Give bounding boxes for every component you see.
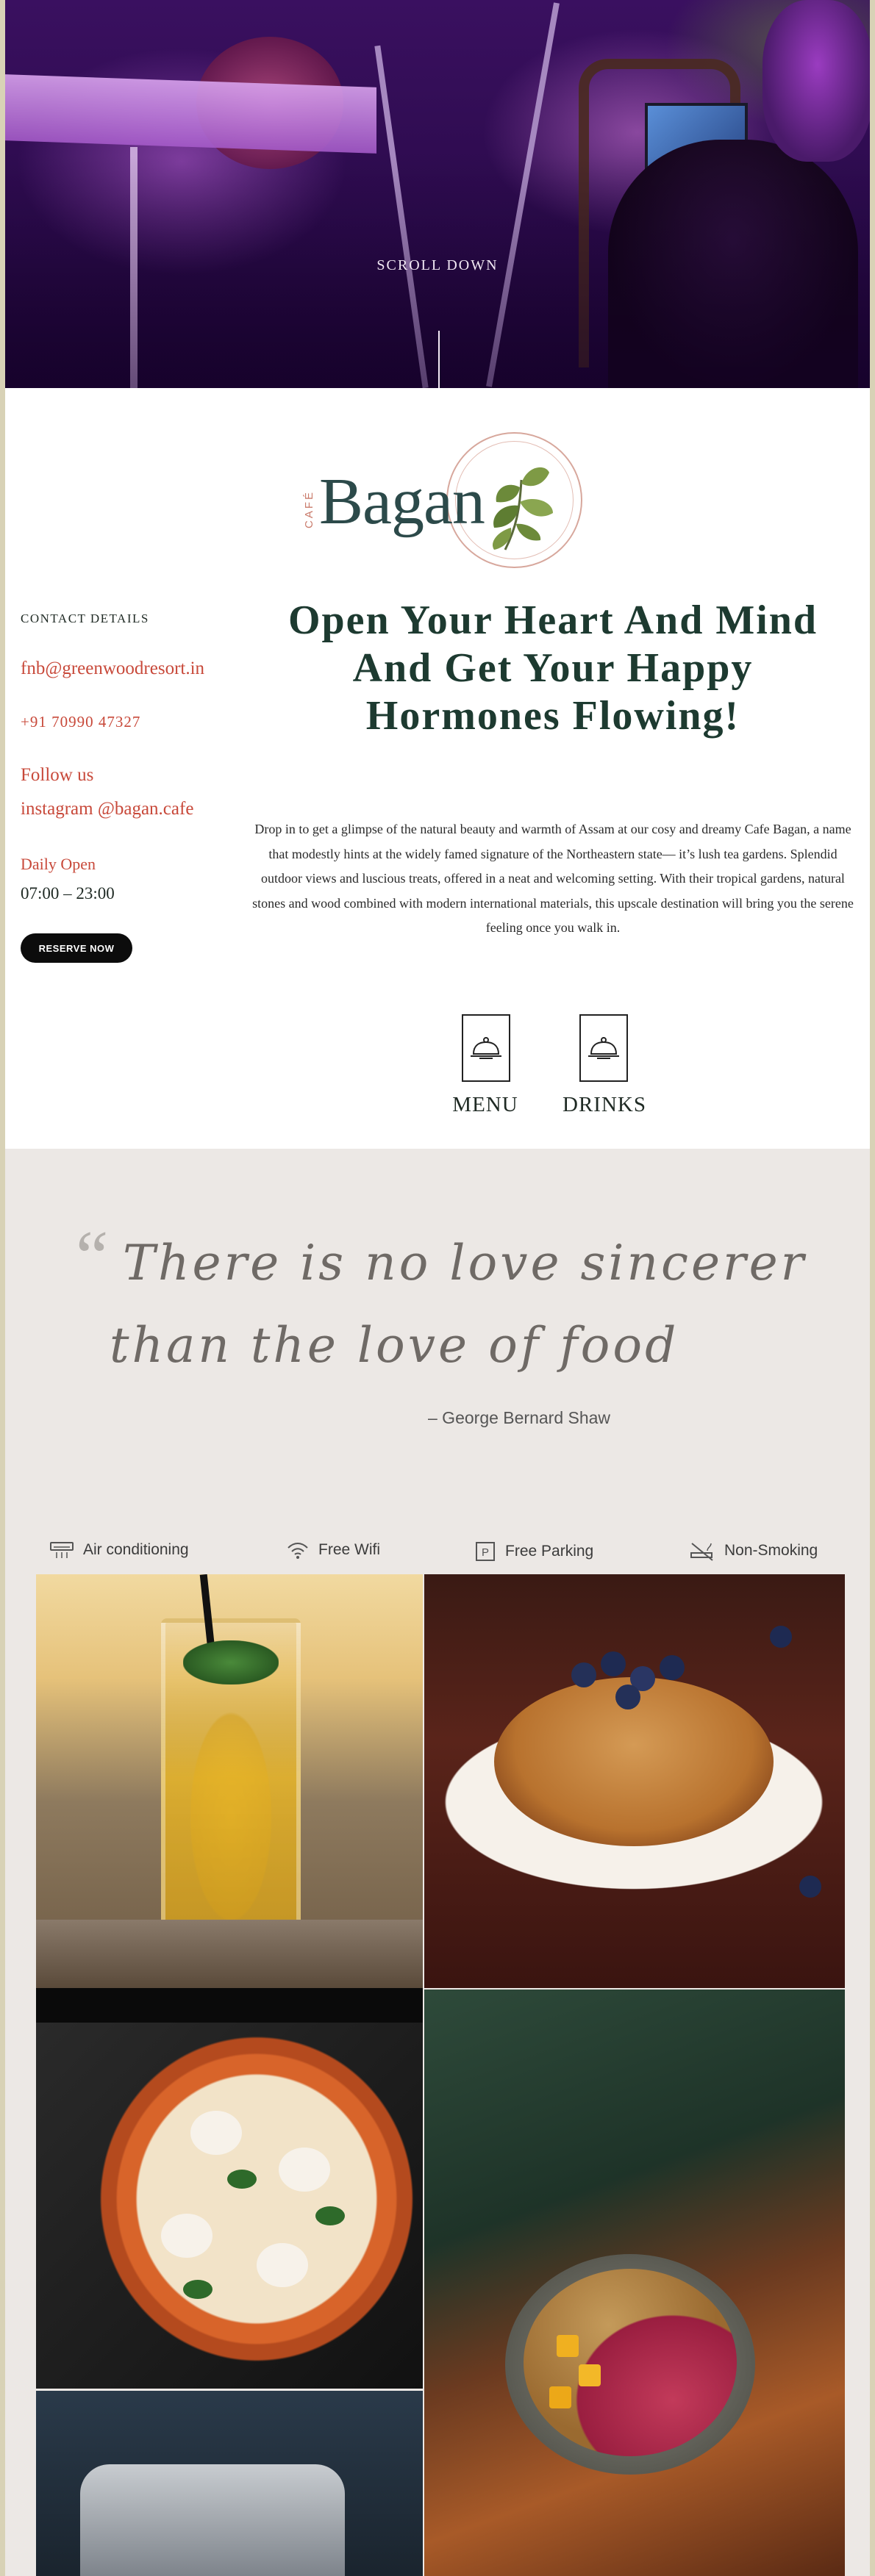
service-bell-icon <box>588 1037 619 1059</box>
air-conditioner-icon <box>50 1542 74 1558</box>
amenity-non-smoking: Non-Smoking <box>689 1540 818 1561</box>
blueberry <box>571 1662 596 1687</box>
gallery-gap <box>36 1988 423 2023</box>
amenity-wifi: Free Wifi <box>286 1540 380 1560</box>
gallery-photo-pancakes[interactable] <box>424 1574 845 1988</box>
intro-paragraph: Drop in to get a glimpse of the natural … <box>252 822 854 935</box>
reserve-now-button[interactable]: RESERVE NOW <box>21 933 132 963</box>
amenity-label: Free Parking <box>505 1543 594 1560</box>
opening-hours: 07:00 – 23:00 <box>21 884 115 903</box>
menu-button[interactable]: MENU <box>445 1014 526 1117</box>
logo-name: Bagan <box>319 465 485 538</box>
contact-email-link[interactable]: fnb@greenwoodresort.in <box>21 659 204 679</box>
amenity-label: Non-Smoking <box>724 1542 818 1559</box>
gallery-photo-smoothie-bowl[interactable] <box>424 1990 845 2576</box>
mango-cube <box>579 2364 601 2386</box>
acai-bowl <box>524 2269 737 2456</box>
drink-table <box>36 1920 423 1988</box>
drink-rosemary <box>183 1640 279 1685</box>
mozzarella <box>279 2148 330 2192</box>
drinks-button[interactable]: DRINKS <box>562 1014 646 1117</box>
amenity-parking: P Free Parking <box>474 1540 593 1563</box>
blueberry <box>615 1685 640 1709</box>
service-bell-icon <box>471 1037 501 1059</box>
hours-label: Daily Open <box>21 855 96 873</box>
menu-label: MENU <box>452 1093 518 1116</box>
blueberry <box>601 1651 626 1676</box>
page: SCROLL DOWN CAFÉ Bagan CONTACT DETAILS f… <box>5 0 870 2576</box>
drinks-card <box>579 1014 628 1082</box>
parking-icon: P <box>476 1542 495 1561</box>
contact-heading: CONTACT DETAILS <box>21 611 149 625</box>
follow-us-label: Follow us <box>21 765 94 785</box>
drinks-label: DRINKS <box>562 1093 646 1116</box>
page-headline: Open Your Heart And Mind And Get Your Ha… <box>288 598 818 739</box>
mango-cube <box>557 2335 579 2357</box>
coffee-machine <box>80 2464 345 2576</box>
basil-leaf <box>227 2170 257 2189</box>
gallery-photo-coffee-machine[interactable] <box>36 2391 423 2576</box>
gallery-photo-drink[interactable] <box>36 1574 423 1988</box>
cafe-bagan-logo: CAFÉ Bagan <box>303 432 590 568</box>
gallery-photo-pizza[interactable] <box>36 2023 423 2389</box>
scroll-down-line <box>438 331 440 388</box>
contact-phone-link[interactable]: +91 70990 47327 <box>21 713 140 731</box>
no-smoking-icon <box>690 1543 713 1561</box>
hero-overlay <box>5 0 870 388</box>
blueberry <box>770 1626 792 1648</box>
hero-image: SCROLL DOWN <box>5 0 870 388</box>
amenity-label: Free Wifi <box>318 1541 380 1558</box>
wifi-icon <box>288 1543 308 1559</box>
logo-cafe-text: CAFÉ <box>303 490 315 529</box>
instagram-link[interactable]: instagram @bagan.cafe <box>21 799 193 819</box>
quote-line-2: than the love of food <box>110 1317 679 1374</box>
scroll-down-link[interactable]: SCROLL DOWN <box>5 257 870 274</box>
amenity-label: Air conditioning <box>83 1541 189 1558</box>
menu-card <box>462 1014 510 1082</box>
mango-cube <box>549 2386 571 2408</box>
blueberry <box>660 1655 685 1680</box>
quote-author: – George Bernard Shaw <box>428 1408 611 1427</box>
basil-leaf <box>183 2280 213 2299</box>
svg-text:P: P <box>482 1546 489 1559</box>
quote-mark-icon: “ <box>76 1216 109 1297</box>
blueberry <box>799 1876 821 1898</box>
mozzarella <box>161 2214 213 2258</box>
mozzarella <box>190 2111 242 2155</box>
amenity-air-conditioning: Air conditioning <box>49 1540 189 1560</box>
basil-leaf <box>315 2206 345 2225</box>
mozzarella <box>257 2243 308 2287</box>
quote-line-1: There is no love sincerer <box>123 1235 807 1291</box>
tea-leaf-icon <box>492 467 553 550</box>
